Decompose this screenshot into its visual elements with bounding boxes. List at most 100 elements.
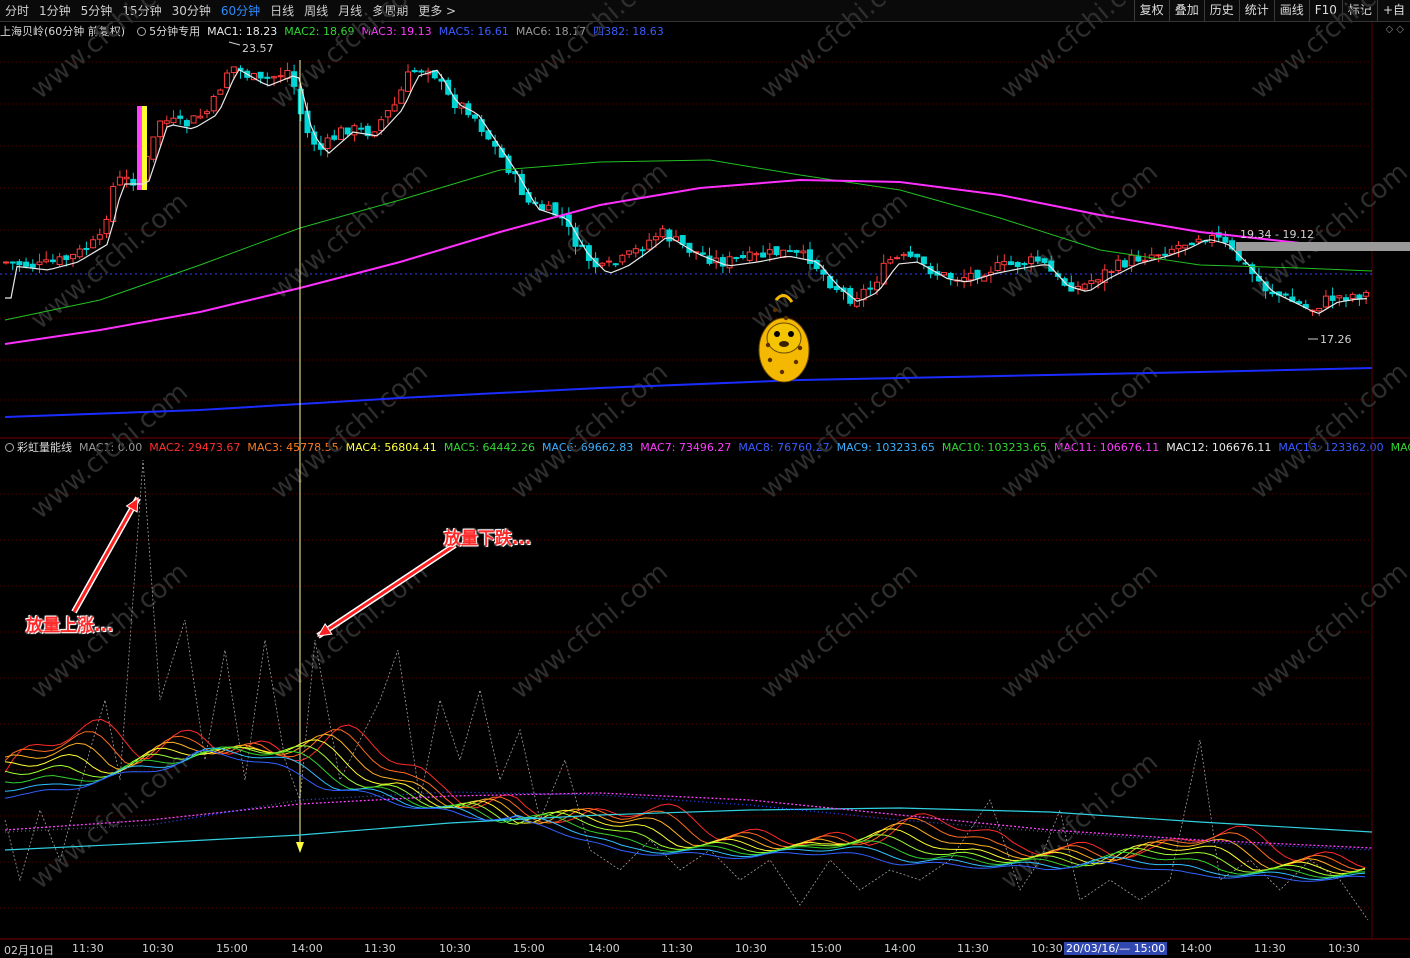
range-label: 19.34 - 19.12 bbox=[1240, 228, 1314, 241]
candle-body bbox=[1115, 259, 1122, 271]
candle-body bbox=[49, 259, 56, 263]
watermark-text: www.cfchi.com bbox=[995, 157, 1164, 305]
time-label: 20/03/16/— 15:00 bbox=[1064, 942, 1168, 955]
candle-body bbox=[679, 235, 686, 245]
mascot-eye bbox=[774, 331, 780, 337]
candle-body bbox=[887, 259, 894, 264]
watermark-text: www.cfchi.com bbox=[995, 557, 1164, 705]
candle-body bbox=[639, 249, 646, 252]
candle-body bbox=[56, 256, 63, 266]
candle-body bbox=[3, 261, 9, 264]
candle-body bbox=[210, 95, 217, 112]
mascot-spot bbox=[783, 315, 789, 321]
candle-body bbox=[76, 248, 83, 258]
candle-body bbox=[920, 256, 927, 265]
crosshair-arrow bbox=[296, 842, 304, 853]
time-label: 10:30 bbox=[1328, 942, 1360, 955]
high-price-label: 23.57 bbox=[242, 42, 274, 55]
candle-body bbox=[183, 120, 190, 127]
candle-body bbox=[391, 104, 398, 112]
candle-body bbox=[16, 261, 23, 266]
candle-body bbox=[324, 137, 331, 149]
candle-body bbox=[163, 120, 170, 124]
watermark-text: www.cfchi.com bbox=[265, 357, 434, 505]
watermark-text: www.cfchi.com bbox=[505, 0, 674, 105]
stock-chart[interactable]: www.cfchi.com www.cfchi.com www.cfchi.com w… bbox=[0, 0, 1410, 957]
candle-body bbox=[740, 255, 746, 258]
signal-bar bbox=[137, 106, 142, 190]
candle-body bbox=[384, 110, 391, 118]
candle-body bbox=[760, 252, 767, 258]
candle-body bbox=[338, 127, 344, 140]
candle-body bbox=[646, 239, 653, 250]
mascot-spot bbox=[767, 357, 773, 363]
watermark-text: www.cfchi.com bbox=[25, 377, 194, 525]
candle-body bbox=[1322, 295, 1329, 308]
rainbow-volume-line-0 bbox=[4, 718, 1366, 869]
candle-body bbox=[900, 253, 907, 257]
mascot-spot bbox=[765, 342, 771, 348]
candle-body bbox=[1282, 293, 1289, 296]
candle-body bbox=[1363, 291, 1370, 297]
mascot-eye bbox=[788, 331, 794, 337]
time-label: 14:00 bbox=[291, 942, 323, 955]
mascot-spot bbox=[793, 359, 799, 365]
candle-body bbox=[90, 239, 97, 249]
candle-body bbox=[1168, 248, 1175, 255]
candle-body bbox=[1014, 261, 1021, 268]
candle-body bbox=[659, 228, 666, 238]
candle-body bbox=[766, 249, 773, 255]
time-label: 15:00 bbox=[810, 942, 842, 955]
candle-body bbox=[190, 115, 197, 124]
time-label: 11:30 bbox=[957, 942, 989, 955]
volume-ma-dotted-line-2 bbox=[4, 791, 1373, 851]
watermark-text: www.cfchi.com bbox=[995, 747, 1164, 895]
candle-body bbox=[914, 253, 921, 258]
candle-body bbox=[1162, 253, 1169, 256]
time-label: 11:30 bbox=[72, 942, 104, 955]
candle-body bbox=[874, 281, 880, 291]
annotation-volume-up: 放量上涨... bbox=[26, 616, 114, 636]
watermark-text: www.cfchi.com bbox=[995, 0, 1164, 105]
candle-body bbox=[1188, 242, 1195, 246]
high-pointer bbox=[228, 41, 241, 46]
candle-body bbox=[1175, 244, 1182, 250]
candle-body bbox=[1108, 270, 1115, 273]
candle-body bbox=[786, 250, 793, 253]
candle-body bbox=[1349, 293, 1356, 299]
candle-body bbox=[746, 251, 753, 261]
candle-body bbox=[224, 72, 231, 89]
time-label: 11:30 bbox=[661, 942, 693, 955]
candle-body bbox=[230, 66, 237, 74]
candle-body bbox=[204, 111, 210, 115]
candle-body bbox=[331, 135, 338, 140]
candle-body bbox=[63, 255, 70, 261]
candle-body bbox=[974, 269, 981, 279]
candle-body bbox=[23, 261, 30, 267]
candle-body bbox=[217, 89, 224, 95]
candle-body bbox=[793, 250, 800, 253]
mascot-head bbox=[766, 322, 802, 354]
watermark-text: www.cfchi.com bbox=[505, 157, 674, 305]
candle-body bbox=[96, 234, 103, 240]
ma1-line bbox=[5, 68, 1368, 315]
time-label: 15:00 bbox=[216, 942, 248, 955]
time-label: 11:30 bbox=[1254, 942, 1286, 955]
candle-body bbox=[1095, 279, 1102, 283]
candle-body bbox=[733, 257, 740, 260]
ma3-line bbox=[4, 178, 1373, 345]
signal-bar bbox=[142, 106, 147, 190]
candle-body bbox=[271, 76, 277, 79]
candle-body bbox=[398, 89, 405, 104]
time-label: 14:00 bbox=[588, 942, 620, 955]
candle-body bbox=[773, 246, 780, 256]
candle-body bbox=[1128, 254, 1135, 267]
candle-body bbox=[632, 248, 639, 254]
candle-body bbox=[753, 253, 760, 256]
candle-body bbox=[894, 257, 901, 260]
candle-body bbox=[1008, 261, 1014, 265]
candle-body bbox=[1081, 283, 1088, 290]
candle-body bbox=[405, 71, 411, 92]
candle-body bbox=[1088, 280, 1095, 285]
candle-body bbox=[1021, 263, 1028, 266]
